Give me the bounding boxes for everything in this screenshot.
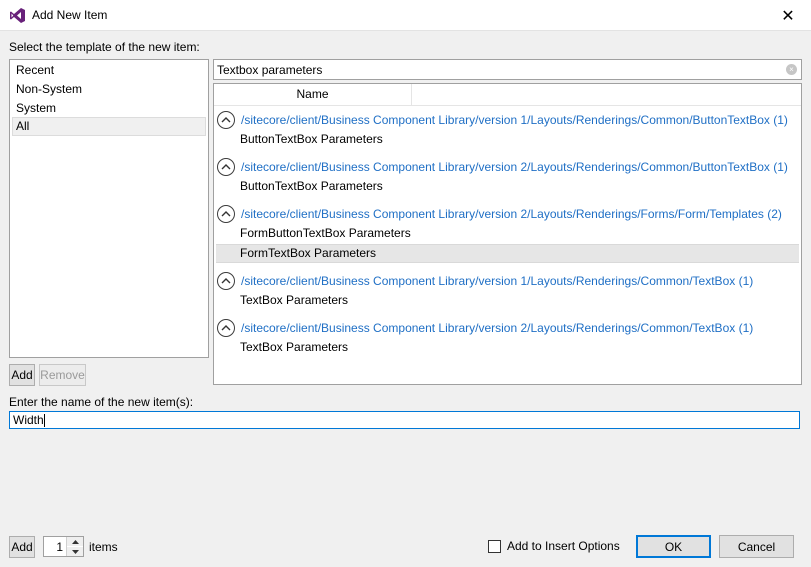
collapse-icon[interactable] [217,319,235,337]
add-items-button[interactable]: Add [9,536,35,558]
template-item-system[interactable]: System [12,99,206,118]
text-caret [43,414,45,428]
insert-options-label[interactable]: Add to Insert Options [507,539,620,553]
increment-icon[interactable] [67,537,83,546]
collapse-icon[interactable] [217,272,235,290]
remove-template-button[interactable]: Remove [39,364,86,386]
result-item[interactable]: TextBox Parameters [216,338,799,357]
group-path-link[interactable]: /sitecore/client/Business Component Libr… [241,207,782,221]
result-item[interactable]: TextBox Parameters [216,291,799,310]
insert-options-checkbox[interactable] [488,540,501,553]
group-path-link[interactable]: /sitecore/client/Business Component Libr… [241,113,788,127]
title-bar: Add New Item ✕ [0,0,811,31]
item-count-value: 1 [56,540,63,554]
visual-studio-icon [10,8,25,23]
close-icon[interactable]: ✕ [765,0,811,31]
template-item-non-system[interactable]: Non-System [12,80,206,99]
group-path-link[interactable]: /sitecore/client/Business Component Libr… [241,160,788,174]
name-label: Enter the name of the new item(s): [9,395,194,409]
column-header-name[interactable]: Name [214,84,412,105]
cancel-button[interactable]: Cancel [719,535,794,558]
item-count-stepper[interactable]: 1 [43,536,84,557]
decrement-icon[interactable] [67,547,83,556]
results-header: Name [214,84,801,106]
template-item-recent[interactable]: Recent [12,61,206,80]
group-path-link[interactable]: /sitecore/client/Business Component Libr… [241,321,753,335]
stepper-arrows [66,537,83,556]
template-list[interactable]: Recent Non-System System All [9,59,209,358]
template-item-all[interactable]: All [12,117,206,136]
item-name-input[interactable]: Width [9,411,800,429]
collapse-icon[interactable] [217,111,235,129]
search-value: Textbox parameters [217,63,323,77]
collapse-icon[interactable] [217,158,235,176]
clear-search-icon[interactable]: × [786,64,797,75]
result-item[interactable]: ButtonTextBox Parameters [216,177,799,196]
items-label: items [89,540,118,554]
result-item-selected[interactable]: FormTextBox Parameters [216,244,799,263]
group-path-link[interactable]: /sitecore/client/Business Component Libr… [241,274,753,288]
result-item[interactable]: ButtonTextBox Parameters [216,130,799,149]
window-title: Add New Item [32,8,108,22]
collapse-icon[interactable] [217,205,235,223]
add-template-button[interactable]: Add [9,364,35,386]
search-input[interactable]: Textbox parameters × [213,59,802,80]
results-list[interactable]: Name /sitecore/client/Business Component… [213,83,802,385]
template-label: Select the template of the new item: [9,40,200,54]
result-item[interactable]: FormButtonTextBox Parameters [216,224,799,243]
item-name-value: Width [13,413,44,427]
ok-button[interactable]: OK [636,535,711,558]
